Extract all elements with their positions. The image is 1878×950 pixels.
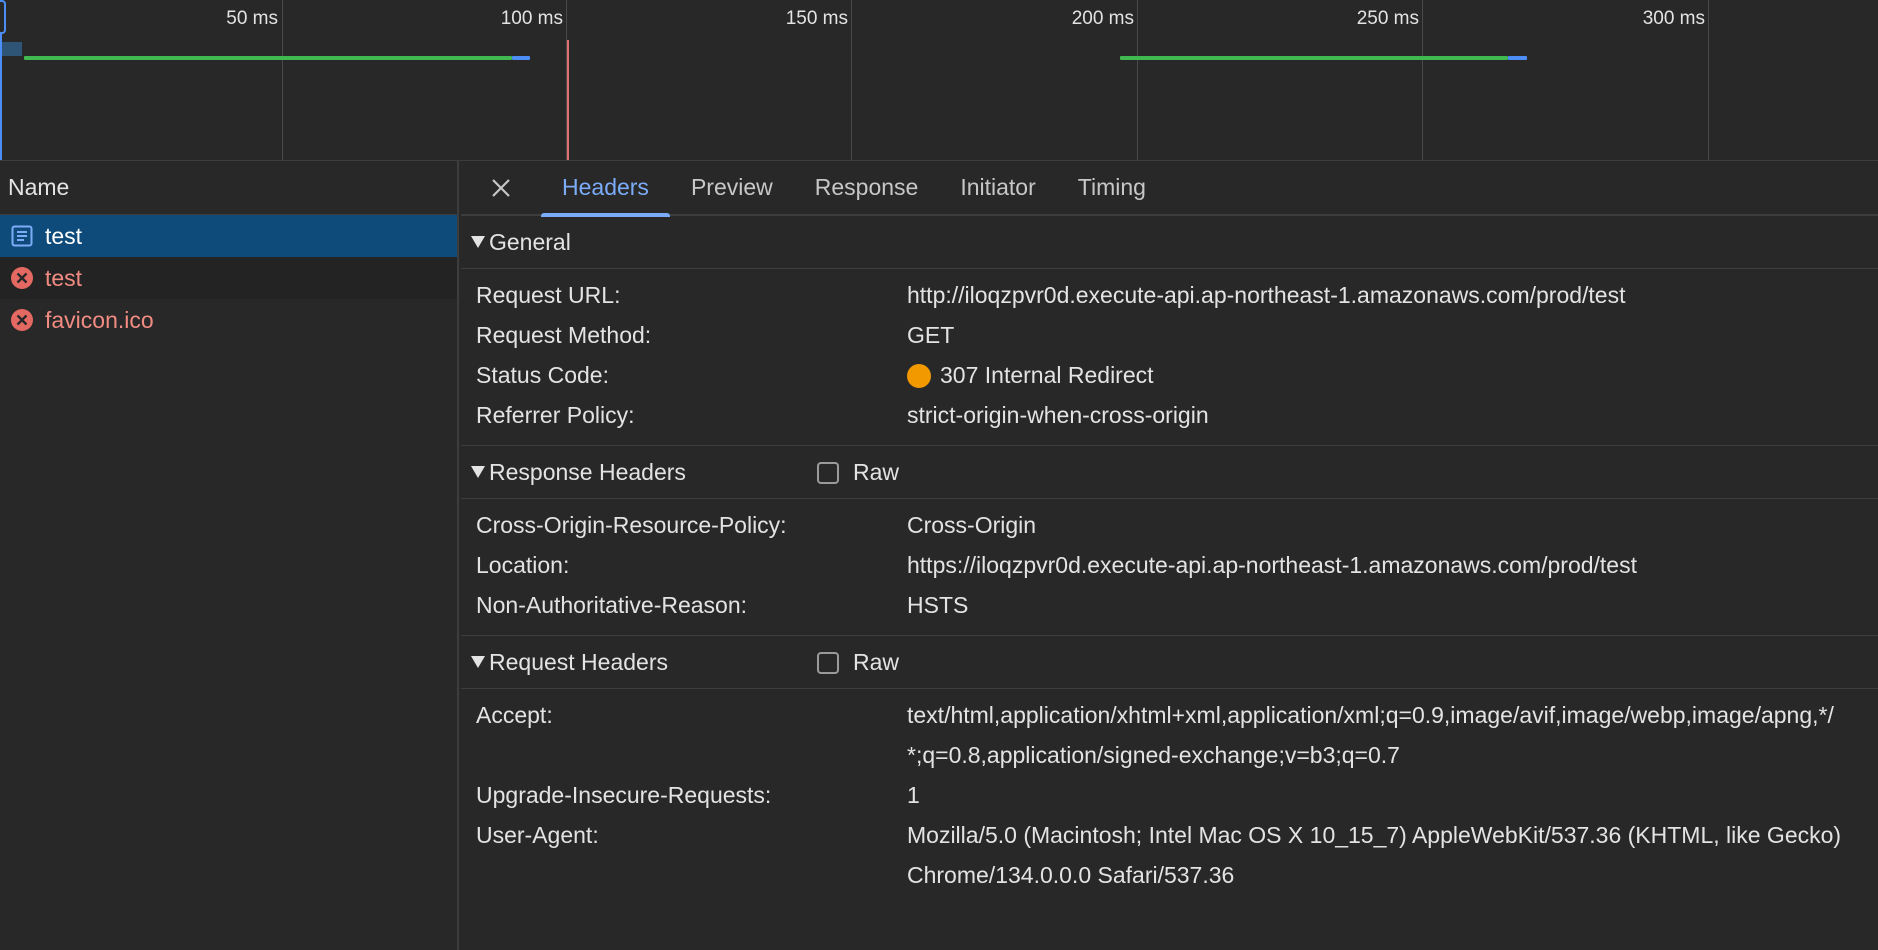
request-name: test bbox=[45, 222, 83, 249]
tab-response[interactable]: Response bbox=[794, 160, 940, 215]
timeline-tick-label: 250 ms bbox=[1356, 8, 1419, 29]
timeline-gridline bbox=[1137, 0, 1138, 160]
timeline-range-edge bbox=[0, 34, 2, 160]
response-headers-section: Cross-Origin-Resource-Policy: Cross-Orig… bbox=[461, 499, 1878, 636]
section-title: Request Headers bbox=[489, 648, 668, 675]
header-row: Request Method: GET bbox=[461, 315, 1878, 355]
header-row: User-Agent: Mozilla/5.0 (Macintosh; Inte… bbox=[461, 815, 1878, 895]
timeline-bar-download bbox=[512, 56, 530, 60]
response-headers-section-header[interactable]: Response Headers Raw bbox=[461, 446, 1878, 499]
header-value[interactable]: Mozilla/5.0 (Macintosh; Intel Mac OS X 1… bbox=[907, 815, 1845, 895]
load-event-line bbox=[567, 40, 569, 160]
request-name: favicon.ico bbox=[45, 306, 154, 333]
error-icon bbox=[10, 266, 34, 290]
request-headers-section-header[interactable]: Request Headers Raw bbox=[461, 636, 1878, 689]
header-key: User-Agent: bbox=[476, 822, 599, 848]
timeline-bar-waiting bbox=[1120, 56, 1508, 60]
timeline-gridline bbox=[282, 0, 283, 160]
general-section-header[interactable]: General bbox=[461, 216, 1878, 269]
header-row: Upgrade-Insecure-Requests: 1 bbox=[461, 775, 1878, 815]
header-value[interactable]: text/html,application/xhtml+xml,applicat… bbox=[907, 695, 1845, 775]
raw-toggle[interactable]: Raw bbox=[817, 446, 899, 499]
header-key: Request Method: bbox=[476, 322, 652, 348]
header-row: Status Code: 307 Internal Redirect bbox=[461, 355, 1878, 395]
header-row: Non-Authoritative-Reason: HSTS bbox=[461, 585, 1878, 625]
error-icon bbox=[10, 308, 34, 332]
timeline-tick-label: 150 ms bbox=[785, 8, 848, 29]
header-row: Accept: text/html,application/xhtml+xml,… bbox=[461, 695, 1878, 775]
header-key: Location: bbox=[476, 552, 570, 578]
tab-timing[interactable]: Timing bbox=[1057, 160, 1167, 215]
raw-label: Raw bbox=[853, 649, 900, 675]
header-value: 307 Internal Redirect bbox=[940, 362, 1154, 388]
request-details-panel: Headers Preview Response Initiator Timin… bbox=[461, 161, 1878, 950]
general-section: Request URL: http://iloqzpvr0d.execute-a… bbox=[461, 269, 1878, 446]
header-key: Referrer Policy: bbox=[476, 402, 635, 428]
raw-checkbox[interactable] bbox=[817, 651, 839, 674]
tab-preview[interactable]: Preview bbox=[670, 160, 794, 215]
header-value[interactable]: https://iloqzpvr0d.execute-api.ap-northe… bbox=[907, 545, 1845, 585]
timeline-gridline bbox=[1708, 0, 1709, 160]
header-value[interactable]: 1 bbox=[907, 775, 1845, 815]
header-row: Referrer Policy: strict-origin-when-cros… bbox=[461, 395, 1878, 435]
timeline-gridline bbox=[851, 0, 852, 160]
document-icon bbox=[10, 224, 34, 248]
header-row: Cross-Origin-Resource-Policy: Cross-Orig… bbox=[461, 505, 1878, 545]
header-value[interactable]: GET bbox=[907, 315, 1845, 355]
timeline-range-marker bbox=[0, 42, 22, 56]
timeline-tick-label: 300 ms bbox=[1642, 8, 1705, 29]
timeline-tick-label: 50 ms bbox=[226, 8, 278, 29]
header-value[interactable]: http://iloqzpvr0d.execute-api.ap-northea… bbox=[907, 275, 1845, 315]
close-icon[interactable] bbox=[461, 160, 541, 215]
header-key: Non-Authoritative-Reason: bbox=[476, 592, 748, 618]
request-list: Name test test favicon.ico bbox=[0, 161, 459, 950]
request-name: test bbox=[45, 264, 83, 291]
triangle-down-icon bbox=[471, 466, 489, 478]
header-key: Status Code: bbox=[476, 362, 609, 388]
header-value[interactable]: Cross-Origin bbox=[907, 505, 1845, 545]
header-key: Cross-Origin-Resource-Policy: bbox=[476, 512, 787, 538]
raw-toggle[interactable]: Raw bbox=[817, 636, 899, 689]
timeline-range-handle[interactable] bbox=[0, 0, 6, 34]
tab-initiator[interactable]: Initiator bbox=[939, 160, 1056, 215]
timeline-bar-waiting bbox=[24, 56, 512, 60]
header-value[interactable]: strict-origin-when-cross-origin bbox=[907, 395, 1845, 435]
section-title: General bbox=[489, 228, 571, 255]
request-row[interactable]: favicon.ico bbox=[0, 299, 457, 341]
timeline-gridline bbox=[1422, 0, 1423, 160]
request-row[interactable]: test bbox=[0, 257, 457, 299]
request-row[interactable]: test bbox=[0, 215, 457, 257]
section-title: Response Headers bbox=[489, 458, 686, 485]
header-key: Upgrade-Insecure-Requests: bbox=[476, 782, 772, 808]
timeline-bar-download bbox=[1508, 56, 1527, 60]
header-key: Request URL: bbox=[476, 282, 621, 308]
timeline-tick-label: 200 ms bbox=[1071, 8, 1134, 29]
tab-headers[interactable]: Headers bbox=[541, 160, 670, 217]
name-column-header[interactable]: Name bbox=[0, 161, 457, 215]
header-value[interactable]: HSTS bbox=[907, 585, 1845, 625]
details-tabbar: Headers Preview Response Initiator Timin… bbox=[461, 160, 1878, 217]
header-row: Location: https://iloqzpvr0d.execute-api… bbox=[461, 545, 1878, 585]
header-key: Accept: bbox=[476, 702, 553, 728]
status-code-value[interactable]: 307 Internal Redirect bbox=[907, 355, 1845, 395]
triangle-down-icon bbox=[471, 656, 489, 668]
header-row: Request URL: http://iloqzpvr0d.execute-a… bbox=[461, 275, 1878, 315]
status-warning-icon bbox=[907, 364, 931, 388]
timeline-overview[interactable]: 50 ms 100 ms 150 ms 200 ms 250 ms 300 ms bbox=[0, 0, 1878, 161]
raw-label: Raw bbox=[853, 459, 900, 485]
request-headers-section: Accept: text/html,application/xhtml+xml,… bbox=[461, 689, 1878, 905]
raw-checkbox[interactable] bbox=[817, 461, 839, 484]
timeline-tick-label: 100 ms bbox=[500, 8, 563, 29]
triangle-down-icon bbox=[471, 236, 489, 248]
